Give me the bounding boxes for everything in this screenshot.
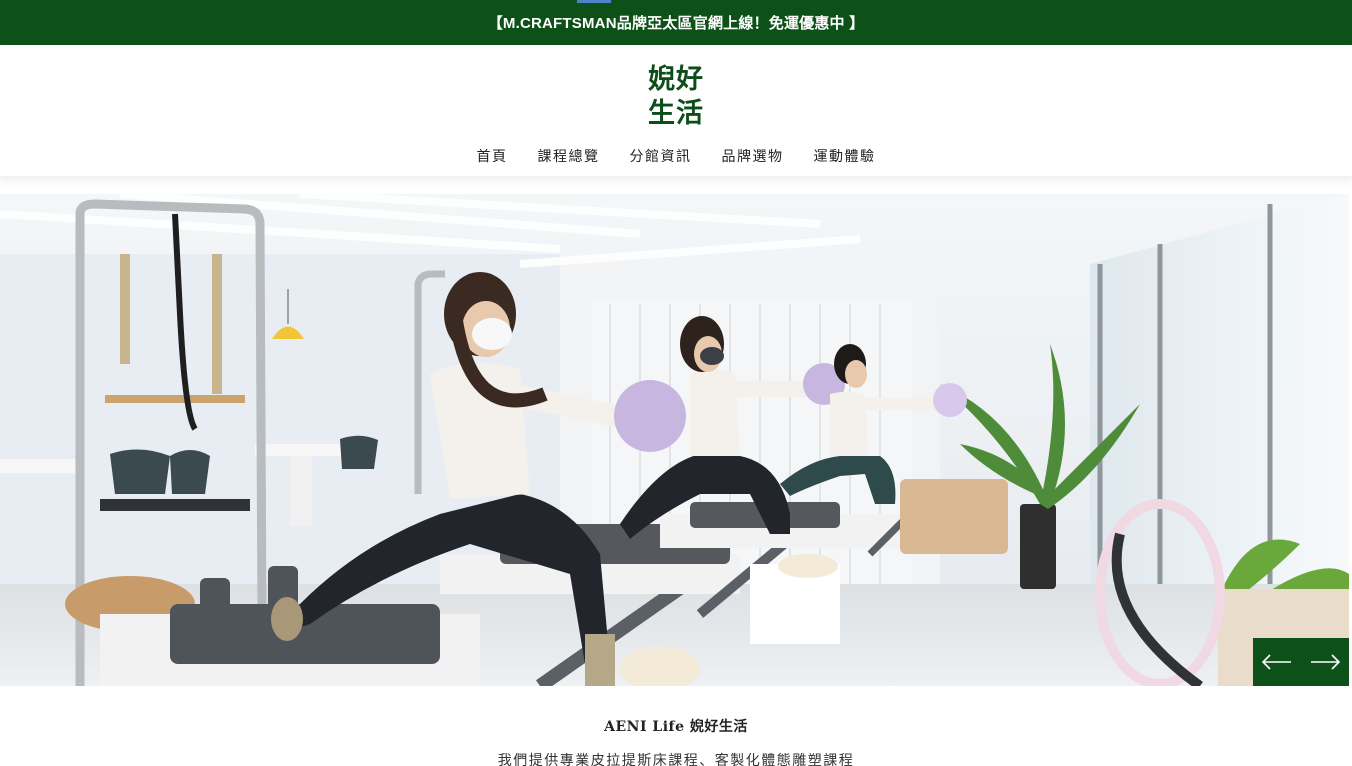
brand-logo[interactable]: 婗好 生活 — [630, 63, 722, 131]
brand-logo-line-2: 生活 — [648, 98, 704, 129]
announcement-bar: 【M.CRAFTSMAN品牌亞太區官網上線！免運優惠中 】 — [0, 0, 1352, 45]
brand-logo-line-1: 婗好 — [648, 64, 704, 95]
arrow-left-icon — [1261, 654, 1291, 670]
nav-item-courses[interactable]: 課程總覽 — [536, 144, 602, 168]
intro-text: 我們提供專業皮拉提斯床課程、客製化體態雕塑課程 — [497, 752, 855, 766]
slider-controls — [1253, 638, 1349, 686]
nav-item-locations[interactable]: 分館資訊 — [628, 144, 694, 168]
focus-marker — [577, 0, 611, 3]
announcement-text[interactable]: 【M.CRAFTSMAN品牌亞太區官網上線！免運優惠中 】 — [488, 12, 865, 33]
header-divider — [0, 176, 1352, 179]
main-nav: 首頁 課程總覽 分館資訊 品牌選物 運動體驗 — [0, 144, 1352, 168]
site-header: 婗好 生活 首頁 課程總覽 分館資訊 品牌選物 運動體驗 — [0, 45, 1352, 179]
nav-item-home[interactable]: 首頁 — [475, 144, 510, 168]
pilates-studio-photo — [0, 194, 1349, 686]
slider-prev-button[interactable] — [1253, 638, 1301, 686]
nav-item-experience[interactable]: 運動體驗 — [812, 144, 878, 168]
nav-item-shop[interactable]: 品牌選物 — [720, 144, 786, 168]
arrow-right-icon — [1311, 654, 1341, 670]
hero-slider — [0, 194, 1349, 686]
slider-next-button[interactable] — [1301, 638, 1349, 686]
intro-title: AENI Life 婗好生活 — [604, 719, 748, 735]
